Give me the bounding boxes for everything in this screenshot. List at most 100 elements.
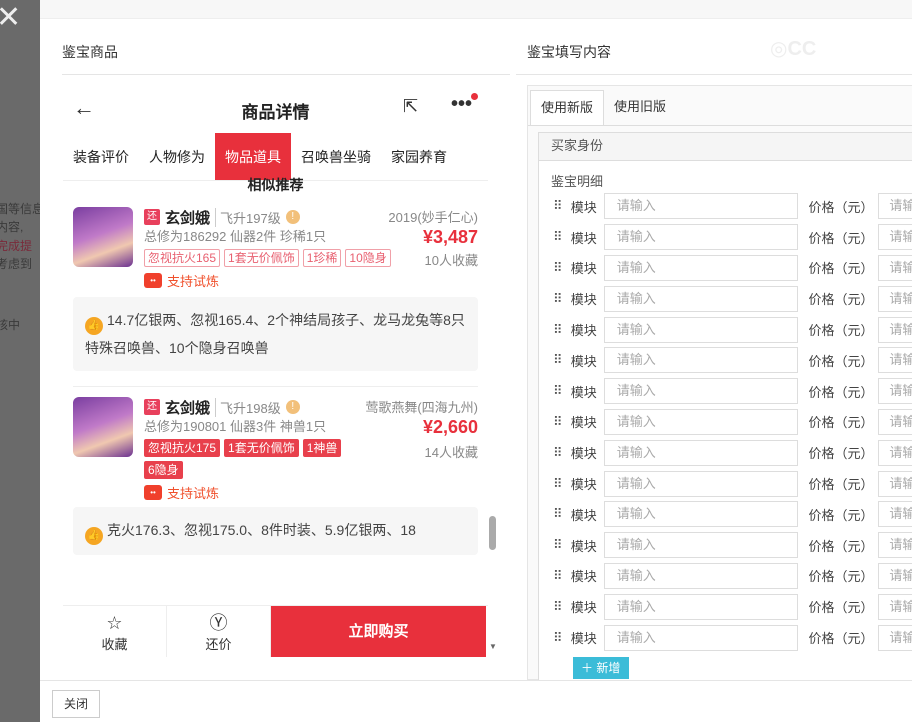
appraisal-modal: 鉴宝商品 鉴宝填写内容 ◎CC ← 商品详情 ⇱ ••• 装备评价 人物修为 物…: [40, 0, 912, 722]
list-item[interactable]: 还玄剑娥 飞升197级! 2019(妙手仁心) ¥3,487 总修为186292 …: [73, 197, 478, 297]
module-label: 模块: [570, 477, 597, 493]
price-input[interactable]: 请输入: [878, 562, 912, 589]
drag-handle-icon[interactable]: ⠿: [553, 507, 563, 520]
module-input[interactable]: 请输入: [603, 470, 799, 497]
price-input[interactable]: 请输入: [878, 285, 912, 312]
price-input[interactable]: 请输入: [878, 408, 912, 435]
tab-character[interactable]: 人物修为: [139, 133, 215, 180]
price-input[interactable]: 请输入: [878, 193, 912, 220]
module-input[interactable]: 请输入: [603, 193, 799, 220]
tab-home[interactable]: 家园养育: [381, 133, 457, 180]
bg-text: 国等信息: [0, 202, 40, 216]
item-favorites: 14人收藏: [424, 445, 478, 460]
price-label: 价格（元）: [808, 292, 874, 308]
drag-handle-icon[interactable]: ⠿: [553, 323, 563, 336]
price-label: 价格（元）: [808, 415, 874, 431]
close-icon[interactable]: ✕: [0, 3, 21, 33]
module-row: ⠿模块请输入价格（元）请输入: [539, 345, 912, 376]
price-input[interactable]: 请输入: [878, 470, 912, 497]
star-icon: ☆: [106, 613, 123, 633]
module-input[interactable]: 请输入: [603, 254, 799, 281]
tab-old-version[interactable]: 使用旧版: [604, 90, 676, 125]
tab-pets[interactable]: 召唤兽坐骑: [291, 133, 381, 180]
module-input[interactable]: 请输入: [603, 316, 799, 343]
modal-footer: 关闭: [40, 680, 912, 722]
price-input[interactable]: 请输入: [878, 593, 912, 620]
price-input[interactable]: 请输入: [878, 254, 912, 281]
bargain-button[interactable]: Ⓨ 还价: [167, 606, 271, 657]
tab-items[interactable]: 物品道具: [215, 133, 291, 180]
buy-now-button[interactable]: 立即购买: [271, 606, 486, 657]
price-label: 价格（元）: [808, 446, 874, 462]
drag-handle-icon[interactable]: ⠿: [553, 292, 563, 305]
price-input[interactable]: 请输入: [878, 378, 912, 405]
bg-text: 考虑到: [0, 257, 33, 271]
module-label: 模块: [570, 600, 597, 616]
list-item[interactable]: 还玄剑娥 飞升198级! 莺歌燕舞(四海九州) ¥2,660 总修为190801 …: [73, 387, 478, 507]
drag-handle-icon[interactable]: ⠿: [553, 261, 563, 274]
drag-handle-icon[interactable]: ⠿: [553, 446, 563, 459]
price-label: 价格（元）: [808, 631, 874, 647]
bg-text: 完成提: [0, 239, 33, 253]
page-title: 商品详情: [241, 103, 310, 122]
price-input[interactable]: 请输入: [878, 347, 912, 374]
avatar: [73, 207, 133, 267]
drag-handle-icon[interactable]: ⠿: [553, 538, 563, 551]
favorite-button[interactable]: ☆ 收藏: [63, 606, 167, 657]
module-row: ⠿模块请输入价格（元）请输入: [539, 191, 912, 222]
drag-handle-icon[interactable]: ⠿: [553, 415, 563, 428]
drag-handle-icon[interactable]: ⠿: [553, 477, 563, 490]
price-label: 价格（元）: [808, 477, 874, 493]
price-label: 价格（元）: [808, 600, 874, 616]
module-input[interactable]: 请输入: [603, 224, 799, 251]
bottom-bar: ☆ 收藏 Ⓨ 还价 立即购买: [63, 605, 488, 657]
drag-handle-icon[interactable]: ⠿: [553, 569, 563, 582]
drag-handle-icon[interactable]: ⠿: [553, 353, 563, 366]
drag-handle-icon[interactable]: ⠿: [553, 384, 563, 397]
close-button[interactable]: 关闭: [52, 690, 100, 718]
scrollbar[interactable]: [489, 516, 496, 550]
modal-top-strip: [40, 0, 912, 19]
divider: [516, 74, 912, 75]
scroll-down-icon[interactable]: ▼: [489, 642, 497, 651]
detail-tabs: 装备评价 人物修为 物品道具 召唤兽坐骑 家园养育: [63, 133, 488, 181]
left-title: 鉴宝商品: [62, 44, 118, 60]
module-input[interactable]: 请输入: [603, 593, 799, 620]
warning-icon: !: [285, 210, 300, 224]
thumbs-up-icon: 👍: [85, 317, 103, 335]
item-price: ¥3,487: [422, 227, 478, 247]
module-input[interactable]: 请输入: [603, 624, 799, 651]
price-input[interactable]: 请输入: [878, 439, 912, 466]
drag-handle-icon[interactable]: ⠿: [553, 600, 563, 613]
notification-dot: [471, 93, 478, 100]
price-input[interactable]: 请输入: [878, 501, 912, 528]
price-label: 价格（元）: [808, 323, 874, 339]
module-input[interactable]: 请输入: [603, 378, 799, 405]
price-input[interactable]: 请输入: [878, 224, 912, 251]
return-badge: 还: [144, 399, 160, 415]
add-button[interactable]: ＋ 新增: [573, 656, 629, 679]
more-icon[interactable]: •••: [451, 93, 472, 116]
module-input[interactable]: 请输入: [603, 532, 799, 559]
module-row: ⠿模块请输入价格（元）请输入: [539, 499, 912, 530]
tab-new-version[interactable]: 使用新版: [530, 90, 605, 125]
tab-equipment[interactable]: 装备评价: [63, 133, 139, 180]
price-input[interactable]: 请输入: [878, 532, 912, 559]
module-input[interactable]: 请输入: [603, 285, 799, 312]
drag-handle-icon[interactable]: ⠿: [553, 631, 563, 644]
tag: 1珍稀: [302, 249, 342, 267]
price-input[interactable]: 请输入: [878, 316, 912, 343]
price-label: 价格（元）: [808, 569, 874, 585]
module-input[interactable]: 请输入: [603, 501, 799, 528]
module-input[interactable]: 请输入: [603, 408, 799, 435]
module-input[interactable]: 请输入: [603, 347, 799, 374]
module-input[interactable]: 请输入: [603, 439, 799, 466]
drag-handle-icon[interactable]: ⠿: [553, 199, 563, 212]
price-input[interactable]: 请输入: [878, 624, 912, 651]
module-input[interactable]: 请输入: [603, 562, 799, 589]
trial-label: 支持试炼: [167, 486, 220, 501]
drag-handle-icon[interactable]: ⠿: [553, 230, 563, 243]
share-icon[interactable]: ⇱: [403, 96, 418, 117]
thumbs-up-icon: 👍: [85, 527, 103, 545]
tag: 忽视抗火165: [144, 249, 221, 267]
